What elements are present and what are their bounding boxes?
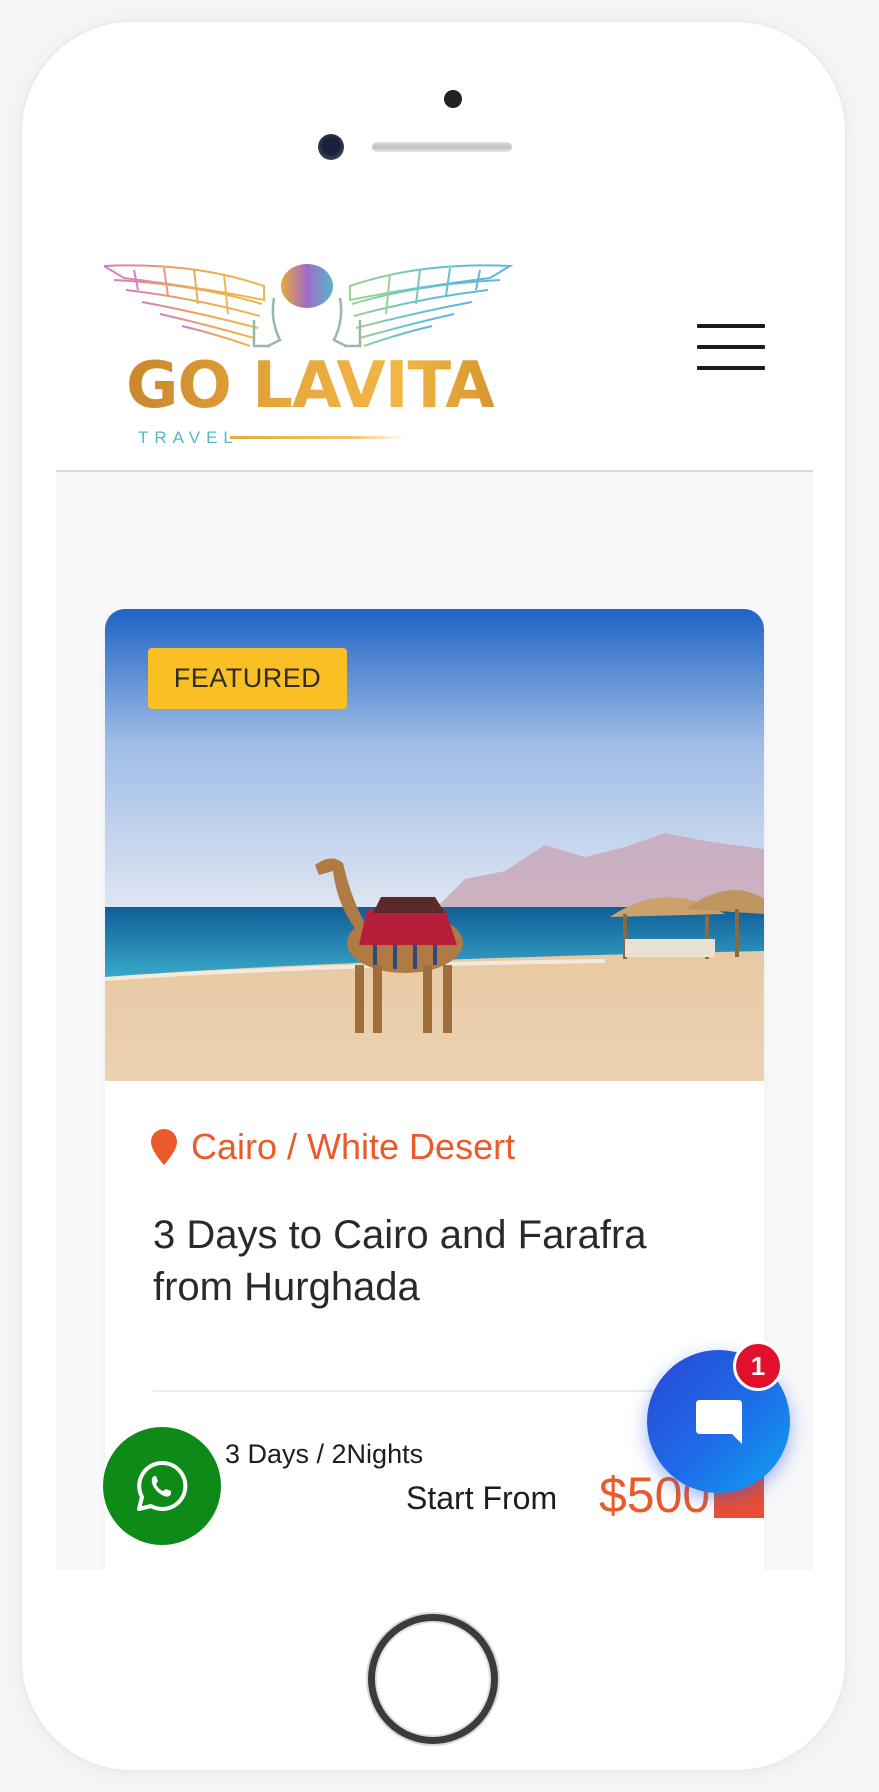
chat-bubble-icon xyxy=(695,1399,742,1444)
brand-logo[interactable]: GO LAVITA TRAVEL xyxy=(100,260,514,447)
proximity-sensor xyxy=(444,90,462,108)
brand-underline xyxy=(230,436,405,439)
tour-title[interactable]: 3 Days to Cairo and Farafra from Hurghad… xyxy=(153,1209,713,1313)
earpiece-speaker xyxy=(372,142,512,152)
map-pin-icon xyxy=(151,1129,177,1165)
tour-duration: 3 Days / 2Nights xyxy=(225,1439,424,1469)
site-header: GO LAVITA TRAVEL xyxy=(56,224,813,472)
whatsapp-icon xyxy=(137,1460,188,1511)
card-divider xyxy=(153,1390,713,1392)
hamburger-bar xyxy=(697,345,765,349)
hamburger-bar xyxy=(697,324,765,328)
featured-badge: FEATURED xyxy=(148,648,347,709)
price-label: Start From xyxy=(406,1480,558,1516)
brand-name: GO LAVITA xyxy=(126,349,495,423)
location-label: Cairo / White Desert xyxy=(191,1126,516,1167)
front-camera xyxy=(318,134,344,160)
chat-unread-badge: 1 xyxy=(733,1341,783,1391)
home-button[interactable] xyxy=(368,1614,498,1744)
whatsapp-button[interactable] xyxy=(103,1427,221,1545)
hamburger-icon[interactable] xyxy=(697,324,765,370)
tour-location[interactable]: Cairo / White Desert xyxy=(151,1126,515,1168)
brand-tagline: TRAVEL xyxy=(138,428,239,447)
hamburger-bar xyxy=(697,366,765,370)
